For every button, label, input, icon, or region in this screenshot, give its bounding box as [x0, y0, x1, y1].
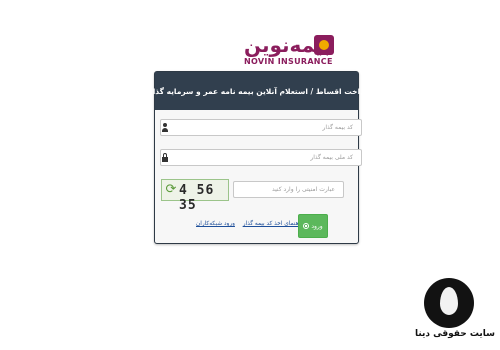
logo-mark-icon — [314, 35, 334, 55]
lock-icon — [162, 153, 168, 163]
pen-nib-icon — [424, 278, 474, 328]
get-code-link[interactable]: راهنمای اخذ کد بیمه گذار — [243, 221, 303, 227]
login-panel: پرداخت اقساط / استعلام آنلاین بیمه نامه … — [142, 71, 371, 244]
login-label: ورود — [311, 222, 323, 230]
agent-login-link[interactable]: ورود شبکه‌کاران — [196, 221, 235, 227]
captcha-input[interactable]: عبارت امنیتی را وارد کنید — [233, 181, 344, 198]
watermark-badge: سایت حقوقی دینا — [412, 278, 498, 344]
insurer-code-input[interactable]: کد بیمه گذار — [160, 119, 362, 136]
captcha-text: 4 56 35 — [179, 183, 215, 213]
panel-title: پرداخت اقساط / استعلام آنلاین بیمه نامه … — [142, 72, 371, 110]
login-button[interactable]: ورود — [298, 214, 328, 238]
refresh-icon[interactable]: ⟳ — [165, 183, 177, 197]
national-id-input[interactable]: کد ملی بیمه گذار — [160, 149, 362, 166]
logo-subtitle: NOVIN INSURANCE — [244, 57, 333, 66]
watermark-text: سایت حقوقی دینا — [414, 329, 496, 339]
novin-insurance-logo: بیمه‌نوین NOVIN INSURANCE — [244, 33, 334, 69]
sign-in-icon — [303, 223, 310, 229]
help-links: راهنمای اخذ کد بیمه گذار ورود شبکه‌کاران — [193, 221, 306, 227]
user-icon — [162, 123, 168, 133]
captcha-image: ⟳ 4 56 35 — [161, 179, 229, 213]
